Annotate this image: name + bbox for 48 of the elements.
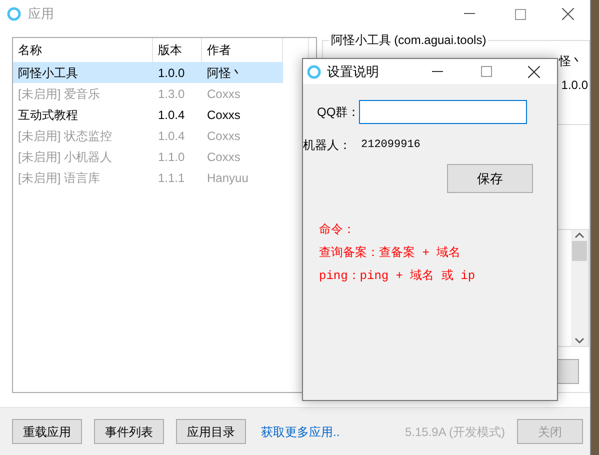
command-note: ping：ping + 域名 或 ip bbox=[319, 268, 476, 284]
footer-button[interactable]: 重载应用 bbox=[12, 419, 82, 444]
dialog-title: 设置说明 bbox=[327, 62, 379, 81]
table-cell-text: 阿怪小工具 bbox=[17, 64, 79, 82]
version-label: 5.15.9A (开发模式) bbox=[404, 424, 505, 440]
group-title: 阿怪小工具 (com.aguai.tools) bbox=[328, 31, 488, 49]
command-note: 命令： bbox=[319, 222, 356, 238]
table-cell-text: 1.0.0 bbox=[157, 64, 186, 82]
close-icon[interactable] bbox=[562, 8, 574, 20]
table-cell-text: Coxxs bbox=[206, 106, 242, 124]
qq-input-field[interactable] bbox=[359, 100, 527, 124]
table-cell-text: [未启用] 爱音乐 bbox=[17, 86, 102, 102]
scroll-thumb[interactable] bbox=[572, 241, 587, 261]
maximize-icon[interactable] bbox=[481, 66, 492, 77]
robot-id-value: 212099916 bbox=[361, 138, 420, 153]
table-cell-text: 1.1.0 bbox=[157, 148, 186, 166]
window-title: 应用 bbox=[28, 5, 54, 24]
footer-button[interactable]: 事件列表 bbox=[94, 419, 164, 444]
table-cell-text: Coxxs bbox=[206, 128, 242, 144]
minimize-icon[interactable] bbox=[432, 70, 443, 72]
field-label: QQ群： bbox=[317, 104, 357, 121]
table-cell-text: 阿怪丶 bbox=[206, 64, 244, 82]
table-cell-text: Coxxs bbox=[206, 86, 242, 102]
app-row[interactable]: 阿怪小工具 1.0.0 阿怪丶 bbox=[13, 62, 283, 83]
app-row[interactable]: 互动式教程 1.0.4 Coxxs bbox=[13, 104, 283, 125]
minimize-icon[interactable] bbox=[464, 13, 475, 15]
maximize-icon[interactable] bbox=[515, 8, 526, 20]
more-apps-link[interactable]: 获取更多应用.. bbox=[261, 422, 340, 440]
ring-icon bbox=[7, 7, 21, 21]
table-cell-text: [未启用] 语言库 bbox=[17, 170, 102, 186]
table-cell-text: 1.0.4 bbox=[157, 106, 186, 124]
ring-icon bbox=[307, 64, 321, 78]
table-cell-text: Hanyuu bbox=[206, 170, 250, 186]
scrollbar[interactable] bbox=[571, 230, 588, 346]
table-cell-text: [未启用] 小机器人 bbox=[17, 148, 114, 166]
table-cell-text: [未启用] 状态监控 bbox=[17, 128, 114, 144]
table-cell-text: 1.1.1 bbox=[157, 170, 186, 186]
table-cell-text: 互动式教程 bbox=[17, 106, 79, 124]
table-cell-text: Coxxs bbox=[206, 148, 242, 166]
save-button[interactable]: 保存 bbox=[447, 164, 533, 193]
table-cell-text: 1.0.4 bbox=[157, 128, 186, 144]
close-icon[interactable] bbox=[528, 66, 540, 78]
field-value: 1.0.0 bbox=[561, 77, 588, 94]
field-label: 机器人： bbox=[303, 137, 351, 154]
command-note: 查询备案：查备案 + 域名 bbox=[319, 244, 462, 261]
table-cell-text: 1.3.0 bbox=[157, 86, 186, 102]
footer-button[interactable]: 应用目录 bbox=[176, 419, 246, 444]
field-value: 怪丶 bbox=[559, 53, 583, 70]
